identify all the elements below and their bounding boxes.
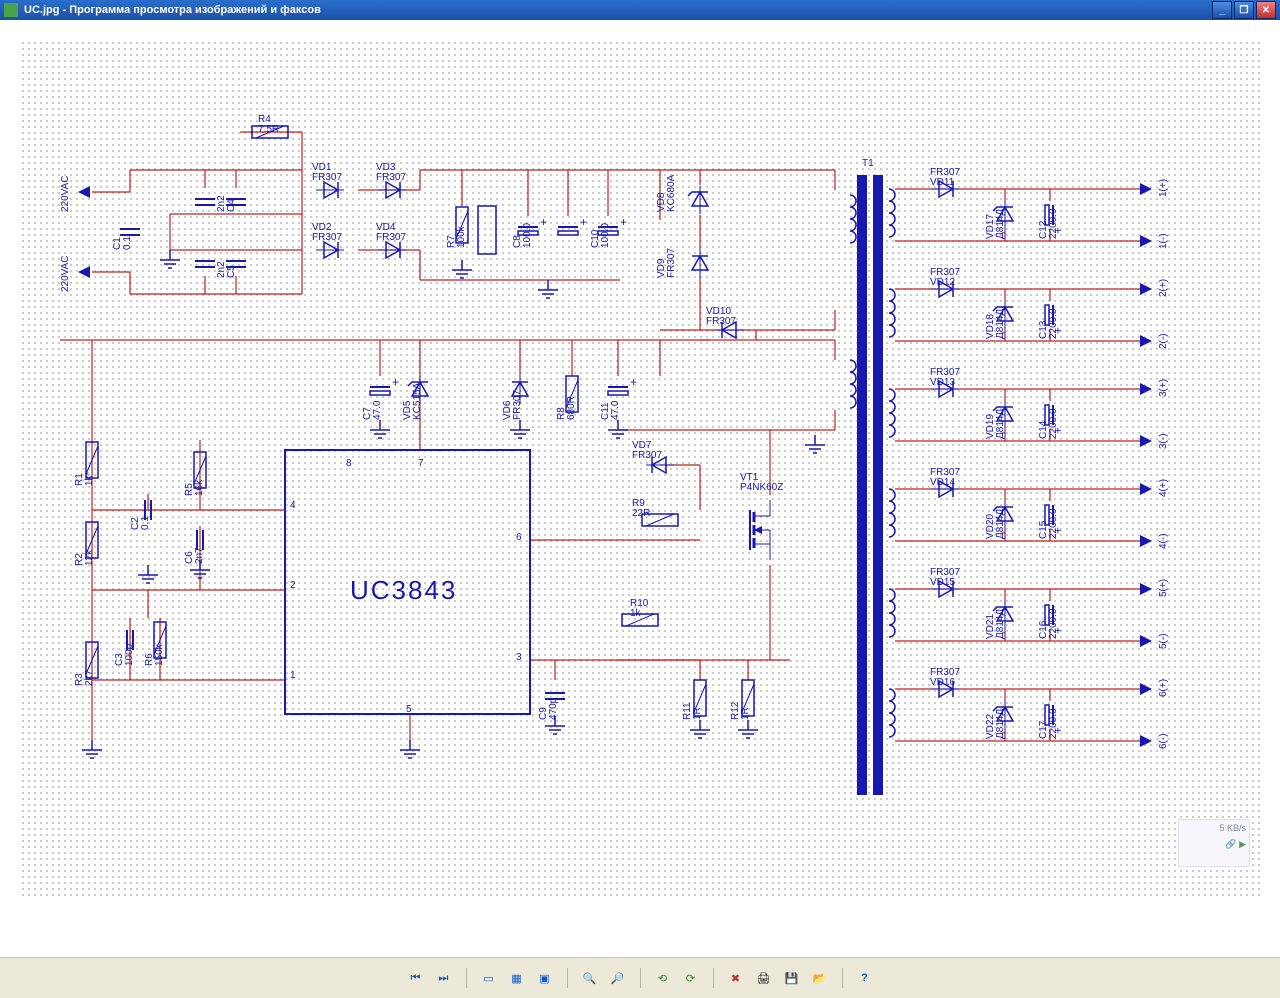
slideshow-button[interactable]: ▣ xyxy=(535,968,555,988)
transfer-rate: 5 KB/s xyxy=(1219,823,1246,833)
title-bar[interactable]: UC.jpg - Программа просмотра изображений… xyxy=(0,0,1280,20)
maximize-button[interactable]: ❐ xyxy=(1234,1,1254,19)
minimize-button[interactable]: _ xyxy=(1212,1,1232,19)
zoom-in-button[interactable]: 🔍 xyxy=(580,968,600,988)
window-title: UC.jpg - Программа просмотра изображений… xyxy=(24,4,321,16)
viewer-toolbar: ⏮ ⏭ ▭ ▦ ▣ 🔍 🔎 ⟲ ⟳ ✖ 🖨 💾 📂 ? xyxy=(0,957,1280,998)
first-button[interactable]: ⏮ xyxy=(406,968,426,988)
next-button[interactable]: ⏭ xyxy=(434,968,454,988)
transformer-ref: T1 xyxy=(862,158,874,169)
zoom-out-button[interactable]: 🔎 xyxy=(608,968,628,988)
help-button[interactable]: ? xyxy=(855,968,875,988)
app-icon xyxy=(4,3,18,17)
system-tray-widget: 5 KB/s 🔗 ▶ xyxy=(1178,819,1250,867)
schematic-diagram: + xyxy=(0,20,1280,940)
ic-label: UC3843 xyxy=(350,575,457,606)
rotate-left-button[interactable]: ⟲ xyxy=(653,968,673,988)
image-viewport: + xyxy=(0,20,1280,957)
actual-button[interactable]: ▦ xyxy=(507,968,527,988)
open-button[interactable]: 📂 xyxy=(810,968,830,988)
save-button[interactable]: 💾 xyxy=(782,968,802,988)
print-button[interactable]: 🖨 xyxy=(754,968,774,988)
rotate-right-button[interactable]: ⟳ xyxy=(681,968,701,988)
tray-play-icon: ▶ xyxy=(1239,839,1246,849)
fit-button[interactable]: ▭ xyxy=(479,968,499,988)
close-button[interactable]: ✕ xyxy=(1256,1,1276,19)
app-window: UC.jpg - Программа просмотра изображений… xyxy=(0,0,1280,998)
delete-button[interactable]: ✖ xyxy=(726,968,746,988)
tray-network-icon: 🔗 xyxy=(1225,839,1236,849)
